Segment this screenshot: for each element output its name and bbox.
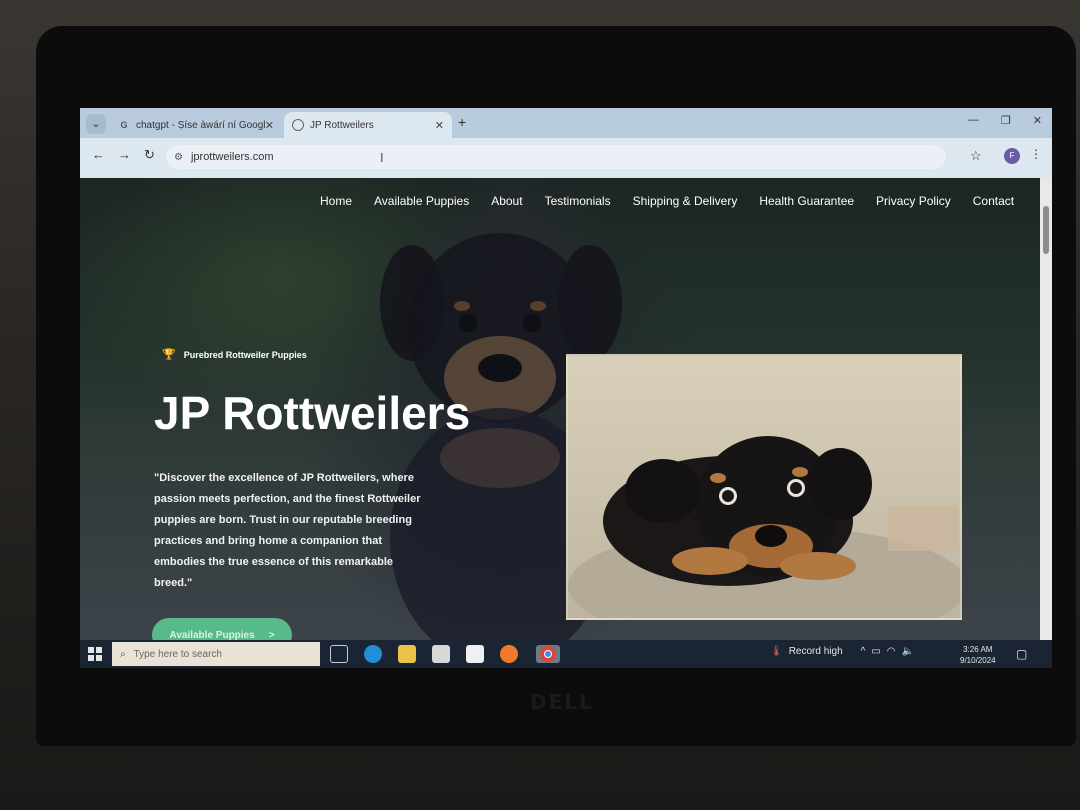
- store-icon[interactable]: [432, 645, 450, 663]
- reload-icon[interactable]: ↻: [144, 147, 155, 163]
- puppy-photo-illustration: [568, 436, 960, 618]
- tab-bar: ⌄ G chatgpt - Ṣíse àwárí ní Google ✕ JP …: [80, 108, 1052, 138]
- cta-label: Available Puppies: [169, 629, 255, 641]
- taskbar-search-input[interactable]: ⌕ Type here to search: [112, 642, 320, 666]
- laptop-photo: DELL ⌄ G chatgpt - Ṣíse àwárí ní Google …: [0, 0, 1080, 810]
- search-placeholder: Type here to search: [133, 648, 222, 660]
- edge-icon[interactable]: [364, 645, 382, 663]
- nav-about[interactable]: About: [491, 194, 522, 208]
- notification-icon[interactable]: ▢: [1016, 647, 1027, 661]
- url-text: jprottweilers.com: [190, 151, 274, 163]
- nav-home[interactable]: Home: [320, 194, 352, 208]
- nav-shipping-delivery[interactable]: Shipping & Delivery: [633, 194, 738, 208]
- close-window-icon[interactable]: ✕: [1033, 114, 1042, 127]
- nav-testimonials[interactable]: Testimonials: [545, 194, 611, 208]
- profile-avatar[interactable]: F: [1004, 148, 1020, 164]
- search-icon: ⌕: [120, 648, 126, 660]
- screen: ⌄ G chatgpt - Ṣíse àwárí ní Google ✕ JP …: [80, 108, 1052, 668]
- clock-time: 3:26 AM: [963, 645, 993, 654]
- windows-start-icon[interactable]: [88, 647, 102, 661]
- address-bar[interactable]: ⚙ jprottweilers.com I: [166, 145, 946, 169]
- close-icon[interactable]: ✕: [435, 119, 444, 132]
- hero-description: "Discover the excellence of JP Rottweile…: [154, 472, 421, 589]
- close-icon[interactable]: ✕: [265, 119, 274, 132]
- chevron-up-icon[interactable]: ^: [861, 646, 866, 657]
- tab-title: JP Rottweilers: [310, 119, 374, 131]
- google-icon: G: [120, 120, 128, 130]
- chrome-icon[interactable]: [536, 645, 560, 663]
- menu-kebab-icon[interactable]: ⋮: [1030, 147, 1042, 161]
- trophy-icon: 🏆: [162, 349, 176, 361]
- firefox-icon[interactable]: [500, 645, 518, 663]
- bookmark-star-icon[interactable]: ☆: [970, 148, 982, 164]
- thermometer-icon: 🌡: [770, 646, 783, 657]
- battery-icon[interactable]: ▭: [871, 646, 880, 657]
- volume-icon[interactable]: 🔈: [902, 646, 914, 657]
- tab-title: chatgpt - Ṣíse àwárí ní Google: [136, 119, 265, 131]
- forward-icon[interactable]: →: [118, 147, 131, 162]
- dell-logo: DELL: [530, 690, 594, 714]
- browser-toolbar: ← → ↻ ⚙ jprottweilers.com I ☆ F ⋮: [80, 138, 1052, 178]
- system-clock[interactable]: 3:26 AM 9/10/2024: [960, 644, 996, 666]
- chevron-right-icon: >: [268, 629, 275, 641]
- tab-jp-rottweilers[interactable]: JP Rottweilers ✕: [284, 112, 452, 138]
- back-icon[interactable]: ←: [92, 147, 105, 162]
- nav-health-guarantee[interactable]: Health Guarantee: [759, 194, 854, 208]
- nav-privacy-policy[interactable]: Privacy Policy: [876, 194, 951, 208]
- minimize-icon[interactable]: —: [968, 114, 979, 127]
- puppy-photo: [566, 354, 962, 620]
- tab-chatgpt[interactable]: G chatgpt - Ṣíse àwárí ní Google ✕: [110, 112, 282, 138]
- site-navigation: Home Available Puppies About Testimonial…: [320, 194, 1014, 208]
- restore-icon[interactable]: ❐: [1001, 114, 1011, 127]
- site-info-icon[interactable]: ⚙: [174, 152, 183, 163]
- hero-title: JP Rottweilers: [154, 387, 471, 439]
- window-controls: — ❐ ✕: [968, 114, 1042, 127]
- task-view-icon[interactable]: [330, 645, 348, 663]
- nav-available-puppies[interactable]: Available Puppies: [374, 194, 469, 208]
- system-tray: 🌡 Record high ^ ▭ ◠ 🔈: [770, 646, 914, 657]
- web-page: Home Available Puppies About Testimonial…: [80, 178, 1040, 640]
- globe-icon: [292, 119, 304, 131]
- windows-taskbar: ⌕ Type here to search 🌡 Record high ^ ▭ …: [80, 640, 1052, 668]
- available-puppies-button[interactable]: Available Puppies >: [152, 618, 292, 640]
- wifi-icon[interactable]: ◠: [887, 646, 896, 657]
- file-explorer-icon[interactable]: [398, 645, 416, 663]
- tab-search-button[interactable]: ⌄: [86, 114, 106, 134]
- nav-contact[interactable]: Contact: [973, 194, 1014, 208]
- page-scrollbar[interactable]: [1040, 178, 1052, 640]
- new-tab-button[interactable]: +: [458, 114, 466, 130]
- badge-text: Purebred Rottweiler Puppies: [183, 349, 307, 360]
- mail-icon[interactable]: [466, 645, 484, 663]
- clock-date: 9/10/2024: [960, 656, 996, 665]
- scrollbar-thumb[interactable]: [1043, 206, 1049, 254]
- text-cursor-icon: I: [380, 150, 384, 165]
- weather-text[interactable]: Record high: [789, 646, 843, 657]
- hero-badge: 🏆 Purebred Rottweiler Puppies: [162, 348, 307, 361]
